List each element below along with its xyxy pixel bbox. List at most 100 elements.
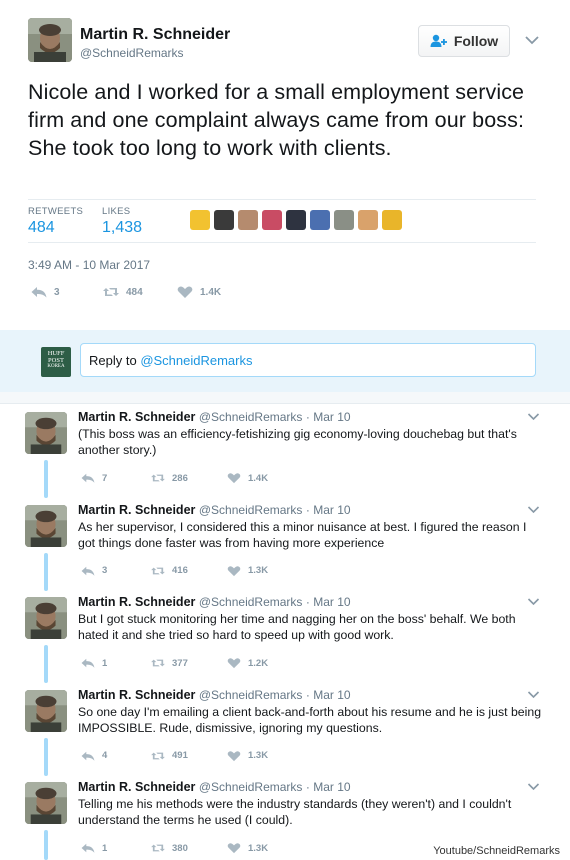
author-avatar[interactable] — [25, 597, 67, 639]
retweet-button[interactable]: 286 — [150, 472, 188, 484]
thread-connector — [44, 830, 48, 860]
reply-icon — [81, 843, 95, 853]
retweets-count[interactable]: 484 — [28, 219, 55, 237]
tweet-date[interactable]: · Mar 10 — [306, 595, 351, 609]
liker-avatar[interactable] — [262, 210, 282, 230]
reply-button[interactable]: 1 — [80, 657, 107, 669]
reply-count: 1 — [102, 657, 108, 669]
author-avatar[interactable] — [25, 689, 67, 732]
tweet-header: Martin R. Schneider @SchneidRemarks · Ma… — [78, 410, 351, 424]
tweet-date[interactable]: · Mar 10 — [306, 780, 351, 794]
author-name[interactable]: Martin R. Schneider — [78, 410, 195, 424]
tweet-date[interactable]: · Mar 10 — [306, 688, 351, 702]
author-avatar[interactable] — [25, 504, 67, 547]
thread-tweet[interactable]: Martin R. Schneider @SchneidRemarks · Ma… — [0, 682, 570, 775]
retweet-icon — [151, 659, 165, 667]
liker-avatar[interactable] — [238, 210, 258, 230]
author-handle[interactable]: @SchneidRemarks — [199, 780, 303, 794]
tweet-actions: 7 286 1.4K — [80, 472, 380, 486]
tweet-actions: 1 377 1.2K — [80, 657, 380, 671]
author-handle[interactable]: @SchneidRemarks — [199, 503, 303, 517]
retweet-icon — [151, 844, 165, 852]
author-handle[interactable]: @SchneidRemarks — [199, 595, 303, 609]
thread-connector — [44, 552, 48, 591]
like-button[interactable]: 1.4K — [176, 285, 221, 299]
reply-icon — [81, 751, 95, 761]
retweet-count: 380 — [172, 842, 188, 854]
tweet-actions: 3 484 1.4K — [30, 285, 330, 301]
huffpost-korea-logo: HUFF POST KOREA — [41, 347, 71, 377]
author-name[interactable]: Martin R. Schneider — [78, 503, 195, 517]
retweet-count: 491 — [172, 750, 188, 761]
reply-button[interactable]: 1 — [80, 842, 107, 854]
retweet-button[interactable]: 484 — [102, 285, 143, 299]
chevron-down-icon[interactable] — [527, 597, 540, 606]
author-avatar[interactable] — [25, 412, 67, 454]
author-avatar[interactable] — [25, 782, 67, 824]
reply-count: 3 — [102, 565, 108, 576]
author-handle[interactable]: @SchneidRemarks — [199, 688, 303, 702]
author-handle[interactable]: @SchneidRemarks — [80, 46, 184, 60]
like-count: 1.4K — [248, 472, 269, 484]
thread-tweet[interactable]: Martin R. Schneider @SchneidRemarks · Ma… — [0, 497, 570, 590]
thread-connector — [44, 645, 48, 683]
author-name[interactable]: Martin R. Schneider — [80, 26, 230, 44]
tweet-text: Telling me his methods were the industry… — [78, 797, 512, 828]
retweet-button[interactable]: 491 — [150, 750, 188, 762]
tweet-date[interactable]: · Mar 10 — [306, 410, 351, 424]
reply-count: 4 — [102, 750, 108, 761]
retweet-button[interactable]: 380 — [150, 842, 188, 854]
retweet-button[interactable]: 377 — [150, 657, 188, 669]
author-name[interactable]: Martin R. Schneider — [78, 780, 195, 794]
liker-avatar[interactable] — [310, 210, 330, 230]
author-avatar[interactable] — [28, 18, 72, 62]
thread-tweet[interactable]: Martin R. Schneider @SchneidRemarks · Ma… — [0, 589, 570, 682]
tweet-date[interactable]: · Mar 10 — [306, 503, 351, 517]
chevron-down-icon[interactable] — [527, 690, 540, 699]
reply-count: 7 — [102, 472, 108, 484]
retweet-button[interactable]: 416 — [150, 565, 188, 577]
likes-label: LIKES — [102, 206, 131, 217]
reply-input[interactable]: Reply to @SchneidRemarks — [80, 343, 536, 377]
retweet-icon — [103, 288, 119, 296]
like-button[interactable]: 1.3K — [226, 565, 268, 577]
logo-line: KOREA — [47, 364, 65, 369]
retweet-count: 286 — [172, 472, 188, 484]
like-button[interactable]: 1.3K — [226, 750, 268, 762]
follow-button[interactable]: Follow — [418, 25, 510, 57]
reply-button[interactable]: 3 — [80, 565, 107, 577]
liker-avatar[interactable] — [334, 210, 354, 230]
liker-avatar[interactable] — [286, 210, 306, 230]
liker-avatar[interactable] — [382, 210, 402, 230]
tweet-stats: RETWEETS 484 LIKES 1,438 — [28, 199, 536, 243]
liker-avatar[interactable] — [214, 210, 234, 230]
reply-button[interactable]: 7 — [80, 472, 107, 484]
chevron-down-icon[interactable] — [524, 34, 540, 46]
author-name[interactable]: Martin R. Schneider — [78, 688, 195, 702]
tweet-actions: 4 491 1.3K — [80, 750, 380, 764]
like-button[interactable]: 1.3K — [226, 842, 268, 854]
chevron-down-icon[interactable] — [527, 782, 540, 791]
likers-avatars[interactable] — [190, 210, 402, 232]
author-name[interactable]: Martin R. Schneider — [78, 595, 195, 609]
follow-label: Follow — [453, 33, 499, 49]
reply-prefix: Reply to — [89, 353, 141, 368]
reply-icon — [81, 658, 95, 668]
chevron-down-icon[interactable] — [527, 412, 540, 421]
liker-avatar[interactable] — [358, 210, 378, 230]
reply-icon — [81, 566, 95, 576]
reply-mention: @SchneidRemarks — [140, 353, 253, 368]
reply-button[interactable]: 4 — [80, 750, 107, 762]
heart-icon — [227, 473, 241, 484]
reply-button[interactable]: 3 — [30, 285, 60, 299]
thread-tweet[interactable]: Martin R. Schneider @SchneidRemarks · Ma… — [0, 404, 570, 497]
like-button[interactable]: 1.2K — [226, 657, 268, 669]
heart-icon — [177, 286, 193, 298]
like-button[interactable]: 1.4K — [226, 472, 268, 484]
author-handle[interactable]: @SchneidRemarks — [199, 410, 303, 424]
likes-count[interactable]: 1,438 — [102, 219, 142, 237]
reply-count: 1 — [102, 842, 108, 854]
tweet-timestamp[interactable]: 3:49 AM - 10 Mar 2017 — [28, 258, 150, 272]
liker-avatar[interactable] — [190, 210, 210, 230]
chevron-down-icon[interactable] — [527, 505, 540, 514]
